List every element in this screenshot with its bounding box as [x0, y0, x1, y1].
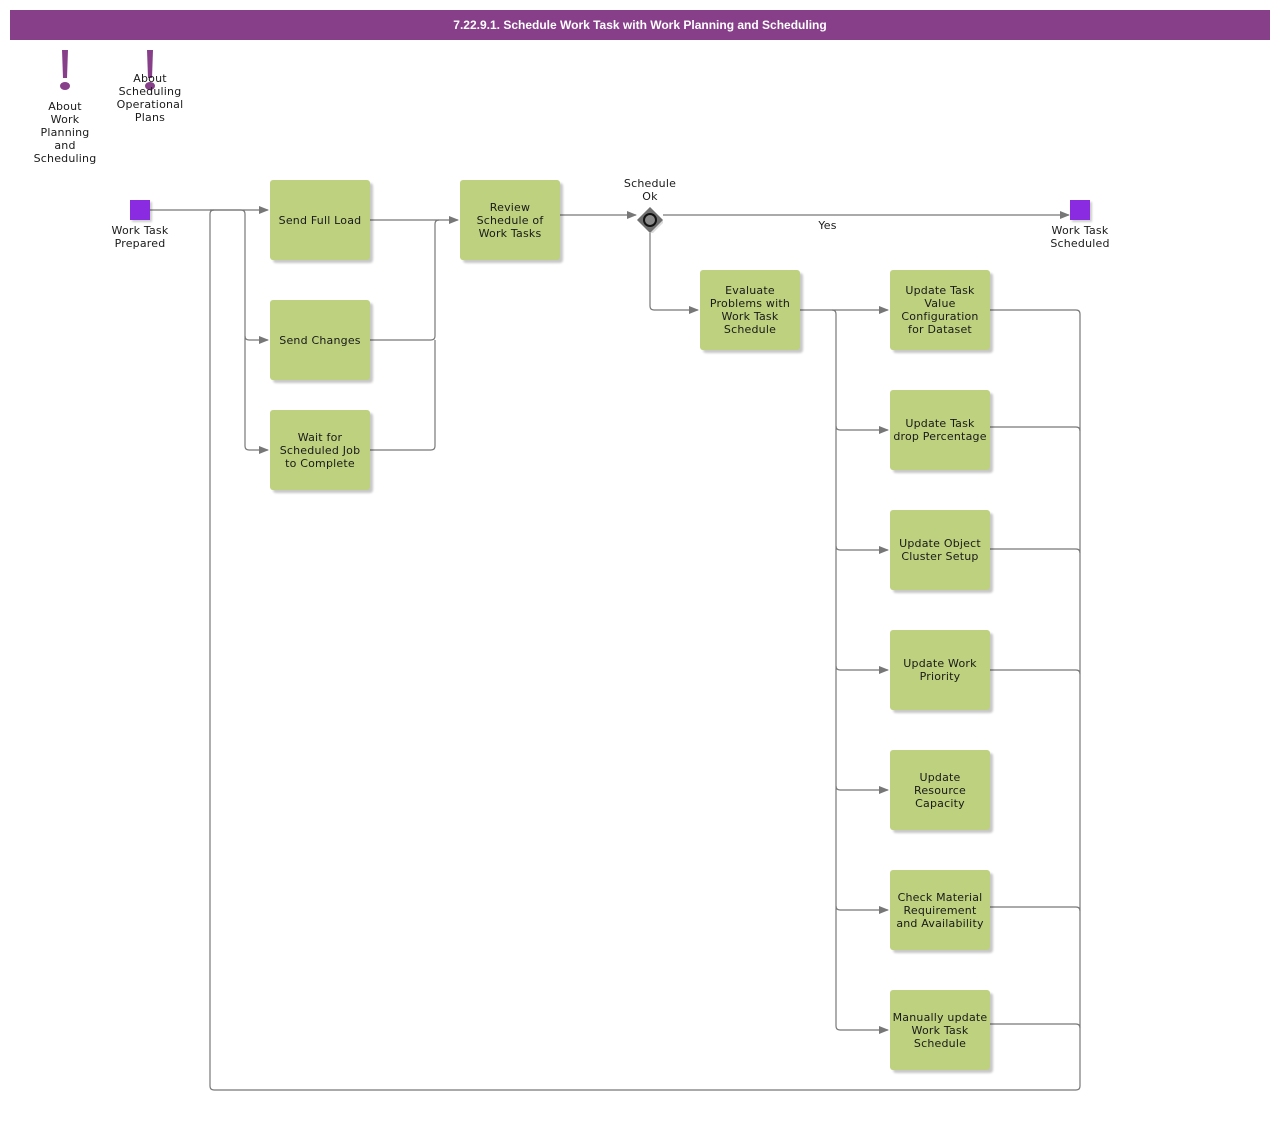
flow-evaluate-to-update-drop-pct [835, 425, 889, 434]
flow-update-cluster-return [990, 548, 1081, 554]
task-update-value-configuration[interactable]: Update Task Value Configuration for Data… [890, 270, 990, 350]
task-label: Send Full Load [278, 213, 362, 227]
task-label: Update Object Cluster Setup [899, 537, 981, 563]
start-event[interactable] [130, 200, 150, 220]
flow-evaluate-to-update-priority [835, 665, 889, 674]
flow-start-to-send-changes [210, 209, 269, 344]
task-update-drop-percentage[interactable]: Update Task drop Percentage [890, 390, 990, 470]
exclamation-icon[interactable] [55, 50, 75, 94]
task-label: Manually update Work Task Schedule [892, 1010, 988, 1050]
task-manually-update-schedule[interactable]: Manually update Work Task Schedule [890, 990, 990, 1070]
task-wait-scheduled-job[interactable]: Wait for Scheduled Job to Complete [270, 410, 370, 490]
flow-evaluate-to-update-capacity [835, 785, 889, 794]
task-label: Wait for Scheduled Job to Complete [279, 430, 361, 470]
task-update-object-cluster[interactable]: Update Object Cluster Setup [890, 510, 990, 590]
flow-gateway-to-evaluate [649, 233, 699, 314]
flow-manual-update-return [990, 1023, 1081, 1029]
flow-update-priority-return [990, 669, 1081, 675]
task-label: Update Resource Capacity [913, 770, 967, 810]
flow-check-material-return [990, 906, 1081, 912]
flow-send-changes-to-review [370, 219, 440, 341]
task-check-material[interactable]: Check Material Requirement and Availabil… [890, 870, 990, 950]
task-label: Update Work Priority [903, 657, 977, 683]
task-update-resource-capacity[interactable]: Update Resource Capacity [890, 750, 990, 830]
flow-evaluate-to-check-material [835, 905, 889, 914]
task-send-changes[interactable]: Send Changes [270, 300, 370, 380]
end-event[interactable] [1070, 200, 1090, 220]
task-evaluate-problems[interactable]: Evaluate Problems with Work Task Schedul… [700, 270, 800, 350]
task-label: Update Task Value Configuration for Data… [901, 284, 979, 336]
flow-wait-job-to-review [370, 340, 436, 451]
flow-start-to-wait-job [244, 336, 269, 454]
task-update-work-priority[interactable]: Update Work Priority [890, 630, 990, 710]
gateway-label: Schedule Ok [623, 177, 677, 203]
flow-connectors [150, 206, 1081, 1091]
gateway-yes-label: Yes [818, 219, 837, 232]
task-label: Review Schedule of Work Tasks [476, 200, 544, 240]
annotation-label-work-planning: About Work Planning and Scheduling [33, 100, 97, 165]
annotation-label-scheduling-plans: About Scheduling Operational Plans [116, 72, 184, 124]
task-review-schedule[interactable]: Review Schedule of Work Tasks [460, 180, 560, 260]
gateway-diamond-icon[interactable] [637, 207, 663, 233]
flow-evaluate-to-update-cluster [835, 545, 889, 554]
start-event-label: Work Task Prepared [111, 224, 169, 250]
end-event-label: Work Task Scheduled [1050, 224, 1110, 250]
task-label: Evaluate Problems with Work Task Schedul… [709, 284, 791, 336]
task-label: Send Changes [279, 333, 361, 347]
task-label: Update Task drop Percentage [893, 417, 987, 443]
task-label: Check Material Requirement and Availabil… [896, 890, 984, 930]
task-send-full-load[interactable]: Send Full Load [270, 180, 370, 260]
flow-update-drop-pct-return [990, 426, 1081, 432]
